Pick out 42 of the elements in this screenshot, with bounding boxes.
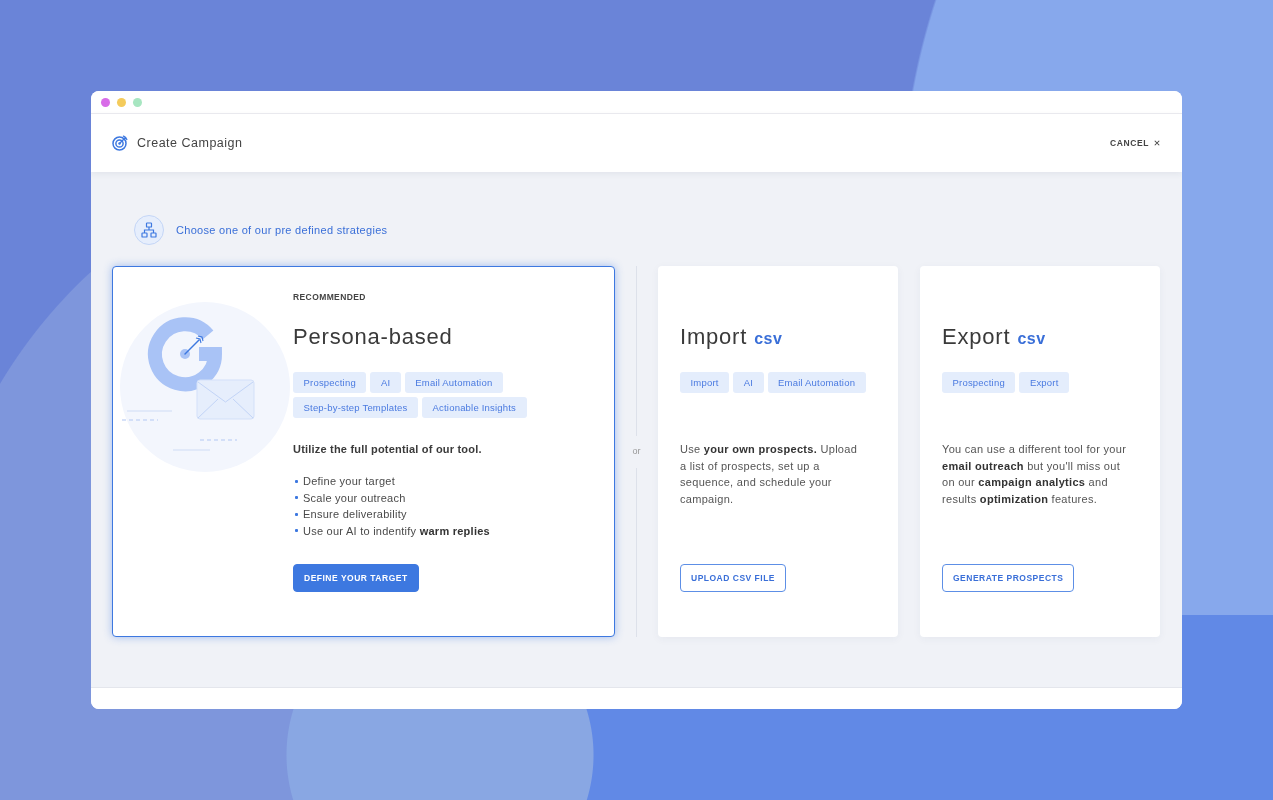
feature-tag: AI <box>370 372 401 393</box>
strategy-card[interactable]: Export csv Prospecting Export You can use a different tool for your email outreach but you'll miss out on our campaign analytics and results optimization features. GENERATE PROSPECTS <box>920 266 1160 637</box>
feature-tag: Prospecting <box>293 372 367 393</box>
card-title: Import <box>680 323 748 351</box>
close-window-icon[interactable] <box>101 97 110 107</box>
strategy-card[interactable]: Import csv Import AI Email Automation Use your own prospects. Upload a list of prospects, set up a sequence, and schedule your campaign. UPLOAD CSV FILE <box>658 266 898 637</box>
feature-tag: Import <box>680 372 730 393</box>
feature-tag: AI <box>733 372 764 393</box>
action-button[interactable]: UPLOAD CSV FILE <box>680 564 786 592</box>
description-text: You can use a different tool for your email outreach but you'll miss out on our campaign analytics and results optimization features. <box>942 442 1127 507</box>
feature-tag: Actionable Insights <box>422 397 527 418</box>
feature-tag: Email Automation <box>404 372 503 393</box>
feature-tag: Export <box>1019 372 1070 393</box>
action-button[interactable]: GENERATE PROSPECTS <box>942 564 1075 592</box>
description-text: Use your own prospects. Upload a list of prospects, set up a sequence, and schedule your campaign. <box>680 442 859 507</box>
bullet-text: Use our AI to indentify warm replies <box>303 523 490 539</box>
feature-tag: Email Automation <box>767 372 866 393</box>
dialog-title: Create Campaign <box>137 136 243 150</box>
bullet-text: Define your target <box>303 474 395 489</box>
separator-label: or <box>632 444 641 458</box>
strategy-card[interactable] <box>112 266 615 637</box>
cancel-button[interactable]: CANCEL <box>1110 136 1160 150</box>
card-title: Persona-based <box>293 323 453 351</box>
feature-tag: Step-by-step Templates <box>293 397 419 418</box>
target-icon <box>112 135 128 151</box>
bullet-icon <box>295 512 298 516</box>
action-button[interactable]: DEFINE YOUR TARGET <box>293 564 419 592</box>
bullet-text: Ensure deliverability <box>303 507 407 522</box>
file-format-label: csv <box>754 329 783 349</box>
hierarchy-icon <box>134 215 164 245</box>
card-title: Export <box>942 323 1011 351</box>
bullet-icon <box>295 496 298 500</box>
bullet-text: Scale your outreach <box>303 490 406 506</box>
bullet-icon <box>295 479 298 483</box>
section-hint: Choose one of our pre defined strategies <box>176 224 388 236</box>
feature-tag: Prospecting <box>942 372 1016 393</box>
recommended-label: RECOMMENDED <box>293 291 367 303</box>
bullet-icon <box>295 529 298 533</box>
minimize-window-icon[interactable] <box>117 97 126 107</box>
file-format-label: csv <box>1017 329 1046 349</box>
close-icon <box>1154 140 1160 146</box>
lead-text: Utilize the full potential of our tool. <box>293 442 483 457</box>
